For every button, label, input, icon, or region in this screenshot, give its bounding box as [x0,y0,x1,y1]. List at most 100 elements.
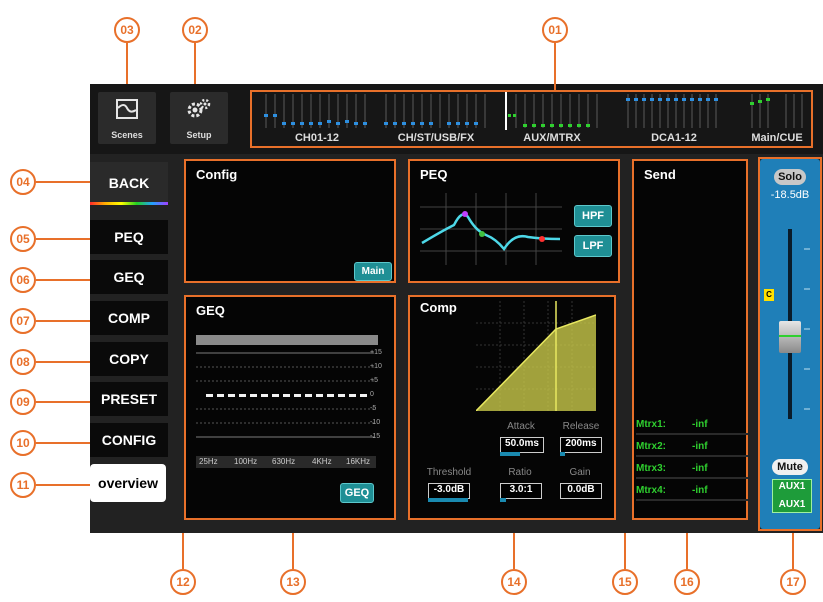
callout-06-leader [36,279,90,281]
callout-01-leader [554,43,556,90]
gain-label: Gain [569,467,591,478]
callout-02-leader [194,43,196,84]
threshold-label: Threshold [426,467,472,478]
callout-10: 10 [10,430,36,456]
callout-05: 05 [10,226,36,252]
callout-14-leader [513,533,515,569]
callout-11-leader [36,484,90,486]
send-item[interactable]: Mtrx3: -inf [636,461,748,479]
callout-11: 11 [10,472,36,498]
sidebar-item-peq[interactable]: PEQ [90,220,168,254]
callout-17: 17 [780,569,806,595]
scenes-label: Scenes [111,130,143,140]
config-panel[interactable]: Config Main [184,159,396,283]
sidebar-item-comp[interactable]: COMP [90,301,168,335]
setup-button[interactable]: Setup [170,92,228,144]
level-readout: -18.5dB [770,189,810,201]
back-button[interactable]: BACK [90,162,168,204]
release-label: Release [562,421,600,432]
meter-group-ch01-12[interactable]: CH01-12 [260,92,374,146]
callout-12: 12 [170,569,196,595]
attack-value[interactable]: 50.0ms [500,437,544,453]
callout-08: 08 [10,349,36,375]
meter-group-ch-st-usb-fx[interactable]: CH/ST/USB/FX [380,92,492,146]
callout-07-leader [36,320,90,322]
callout-10-leader [36,442,90,444]
meter-group-label: Main/CUE [751,132,803,144]
mixer-screen: Scenes Setup CH01-12 CH/ST/USB/FX AUX/MT… [90,84,823,533]
meter-bars [505,92,598,130]
ratio-bar [500,498,506,502]
sidebar-item-overview[interactable]: overview [90,464,166,502]
meter-group-label: CH/ST/USB/FX [397,132,475,144]
aux-bottom-label: AUX1 [778,499,806,510]
send-title: Send [644,167,676,182]
send-item-value: -inf [692,485,708,496]
hpf-button[interactable]: HPF [574,205,612,227]
meter-group-label: DCA1-12 [651,132,697,144]
comp-panel[interactable]: Comp Attack 50.0ms Release 200ms Thresho… [408,295,616,520]
fader-handle[interactable] [779,321,801,353]
callout-08-leader [36,361,90,363]
peq-title: PEQ [420,167,448,182]
main-button[interactable]: Main [354,262,392,281]
geq-scale-label: +10 [370,363,382,370]
meter-group-dca1-12[interactable]: DCA1-12 [622,92,726,146]
geq-scale-label: +5 [370,377,378,384]
gear-icon [187,98,211,118]
meter-bars [264,94,367,128]
scenes-icon [116,99,138,119]
geq-freq-label: 4KHz [312,457,332,466]
sidebar-item-copy[interactable]: COPY [90,342,168,376]
ratio-label: Ratio [508,467,532,478]
sidebar-item-config[interactable]: CONFIG [90,423,168,457]
send-item[interactable]: Mtrx2: -inf [636,439,748,457]
meter-bars [384,94,486,128]
threshold-value[interactable]: -3.0dB [428,483,470,499]
send-item[interactable]: Mtrx1: -inf [636,417,748,435]
sidebar-item-preset[interactable]: PRESET [90,382,168,416]
send-item-value: -inf [692,441,708,452]
sidebar: BACK PEQ GEQ COMP COPY PRESET CONFIG ove… [90,162,168,533]
meter-group-main-cue[interactable]: Main/CUE [744,92,810,146]
geq-freq-label: 25Hz [199,457,218,466]
gain-value[interactable]: 0.0dB [560,483,602,499]
fader-scale [804,248,810,410]
callout-15-leader [624,533,626,569]
c-marker: C [764,289,774,301]
send-item[interactable]: Mtrx4: -inf [636,483,748,501]
meter-bridge[interactable]: CH01-12 CH/ST/USB/FX AUX/MTRX DCA1-12 Ma… [250,90,813,148]
comp-curve-graph [476,301,596,411]
release-value[interactable]: 200ms [560,437,602,453]
callout-01: 01 [542,17,568,43]
geq-button[interactable]: GEQ [340,483,374,503]
geq-freq-label: 630Hz [272,457,296,466]
geq-scale-label: -5 [370,405,377,412]
geq-panel[interactable]: GEQ +15 +10 +5 0 -5 -10 -15 25Hz 100Hz 6… [184,295,396,520]
lpf-button[interactable]: LPF [574,235,612,257]
meter-group-aux-mtrx[interactable]: AUX/MTRX [502,92,602,146]
send-item-value: -inf [692,463,708,474]
callout-04-leader [36,181,90,183]
callout-05-leader [36,238,90,240]
callout-12-leader [182,533,184,569]
send-item-value: -inf [692,419,708,430]
meter-group-label: CH01-12 [294,132,340,144]
callout-02: 02 [182,17,208,43]
rainbow-divider [90,202,168,205]
callout-17-leader [792,533,794,569]
sidebar-item-geq[interactable]: GEQ [90,260,168,294]
scenes-button[interactable]: Scenes [98,92,156,144]
ratio-value[interactable]: 3.0:1 [500,483,542,499]
peq-panel[interactable]: PEQ HPF LPF [408,159,620,283]
channel-strip[interactable]: Solo -18.5dB C Mute AUX1 AUX1 [760,159,820,529]
mute-button[interactable]: Mute [772,459,808,475]
solo-button[interactable]: Solo [774,169,806,185]
geq-scale-label: 0 [370,391,374,398]
geq-scale-label: -10 [370,419,381,426]
meter-bars [750,94,803,128]
aux-assign-button[interactable]: AUX1 AUX1 [772,479,812,513]
setup-label: Setup [186,130,212,140]
send-panel[interactable]: Send Mtrx1: -inf Mtrx2: -inf Mtrx3: -inf… [632,159,748,520]
aux-top-label: AUX1 [778,481,806,492]
